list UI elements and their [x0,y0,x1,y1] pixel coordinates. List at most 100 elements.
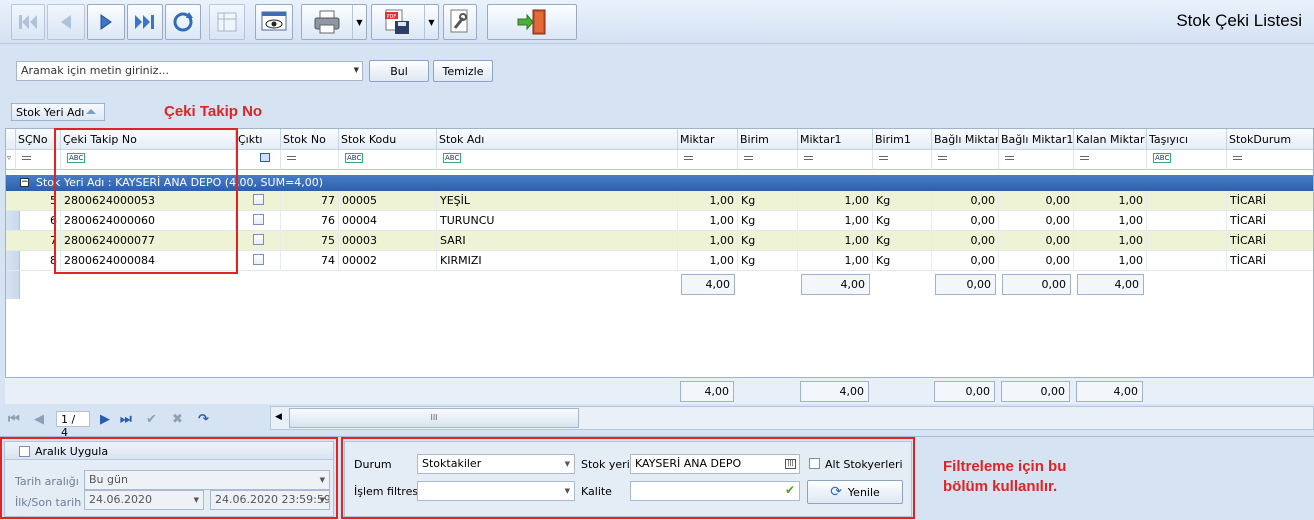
cell-miktar: 1,00 [678,231,738,251]
equals-filter-icon [684,156,693,160]
footer-sum-bagli1: 0,00 [1001,381,1070,402]
horizontal-scrollbar[interactable]: ◀ III [270,406,1314,430]
filter-cell-miktar1[interactable] [798,150,873,170]
first-record-button[interactable] [11,4,45,40]
last-record-button[interactable] [127,4,163,40]
column-header-miktar[interactable]: Miktar [678,129,738,150]
header-corner [6,129,16,150]
filter-cell-kod[interactable]: ABC [339,150,437,170]
filter-cell-kalan1[interactable] [1074,150,1147,170]
nav-next-icon[interactable]: ▶ [100,412,110,427]
pdf-save-button[interactable]: PDF ▼ [371,4,439,40]
cell-kod: 00005 [339,191,437,211]
column-header-durum[interactable]: StokDurum [1227,129,1313,150]
print-checkbox[interactable] [253,214,264,225]
filter-cell-bagli1[interactable] [999,150,1074,170]
column-header-miktar1[interactable]: Miktar1 [798,129,873,150]
cell-ad: YEŞİL [437,191,678,211]
column-header-kalan1[interactable]: Kalan Miktar1 [1074,129,1147,150]
text-filter-icon: ABC [345,153,364,163]
pdf-save-icon: PDF [385,9,409,34]
grid-settings-button[interactable] [209,4,245,40]
cell-cikti [236,191,281,211]
group-sum-miktar: 4,00 [681,274,735,295]
equals-filter-icon [744,156,753,160]
sort-ascending-icon [86,109,96,114]
nav-previous-icon[interactable]: ◀ [34,412,44,427]
column-header-kod[interactable]: Stok Kodu [339,129,437,150]
equals-filter-icon [1005,156,1014,160]
nav-cancel-icon[interactable]: ✖ [172,412,183,427]
text-filter-icon: ABC [443,153,462,163]
column-header-tasiyici[interactable]: Taşıyıcı [1147,129,1227,150]
scrollbar-thumb[interactable]: III [289,408,579,428]
find-button[interactable]: Bul [369,60,429,82]
filter-note-line2: bölüm kullanılır. [943,478,1058,495]
column-header-cikti[interactable]: Çıktı [236,129,281,150]
column-header-birim[interactable]: Birim [738,129,798,150]
filter-cell-birim1[interactable] [873,150,932,170]
nav-last-icon[interactable]: ⏭ [120,412,132,427]
filter-cell-miktar[interactable] [678,150,738,170]
print-checkbox[interactable] [253,234,264,245]
tools-button[interactable] [443,4,477,40]
pdf-dropdown-icon[interactable]: ▼ [424,5,438,39]
search-input[interactable]: Aramak için metin giriniz... ▼ [16,61,363,81]
svg-text:PDF: PDF [387,14,397,20]
column-header-birim1[interactable]: Birim1 [873,129,932,150]
nav-refresh-icon[interactable]: ↷ [198,412,209,427]
print-checkbox[interactable] [253,254,264,265]
cell-bagli1: 0,00 [999,211,1074,231]
filter-cell-tasiyici[interactable]: ABC [1147,150,1227,170]
filter-cell-bagli[interactable] [932,150,999,170]
cell-bagli1: 0,00 [999,231,1074,251]
scroll-left-icon[interactable]: ◀ [275,412,282,422]
cell-miktar1: 1,00 [798,231,873,251]
preview-button[interactable] [255,4,293,40]
toolbar: ▼ PDF ▼ Stok Çeki Listesi [0,0,1314,44]
cell-kalan1: 1,00 [1074,191,1147,211]
filter-cell-birim[interactable] [738,150,798,170]
group-sum-bagli1: 0,00 [1002,274,1071,295]
column-header-bagli1[interactable]: Bağlı Miktar1 [999,129,1074,150]
filter-cell-ad[interactable]: ABC [437,150,678,170]
column-header-ad[interactable]: Stok Adı [437,129,678,150]
checkbox-filter-icon [260,153,270,162]
clear-button[interactable]: Temizle [433,60,493,82]
cell-kod: 00003 [339,231,437,251]
last-record-icon [135,15,154,29]
cell-bagli: 0,00 [932,211,999,231]
printer-icon [314,10,340,34]
cell-bagli1: 0,00 [999,191,1074,211]
nav-confirm-icon[interactable]: ✔ [146,412,157,427]
filter-note-line1: Filtreleme için bu [943,458,1067,475]
cell-tasiyici [1147,231,1227,251]
exit-door-icon [517,9,546,35]
cell-birim: Kg [738,251,798,271]
footer-sum-miktar1: 4,00 [800,381,869,402]
print-dropdown-icon[interactable]: ▼ [352,5,366,39]
refresh-button[interactable] [165,4,201,40]
column-header-stokno[interactable]: Stok No [281,129,339,150]
equals-filter-icon [879,156,888,160]
exit-button[interactable] [487,4,577,40]
filter-icon[interactable]: ▿ [6,150,16,170]
cell-birim1: Kg [873,191,932,211]
equals-filter-icon [22,156,31,160]
cell-miktar: 1,00 [678,191,738,211]
filter-cell-cikti[interactable] [236,150,281,170]
collapse-group-icon[interactable]: − [20,178,29,187]
nav-first-icon[interactable]: ⏮ [8,412,20,427]
filter-cell-stokno[interactable] [281,150,339,170]
column-header-bagli[interactable]: Bağlı Miktar [932,129,999,150]
print-checkbox[interactable] [253,194,264,205]
next-record-button[interactable] [87,4,125,40]
group-by-chip[interactable]: Stok Yeri Adı [11,103,105,121]
cell-stokno: 77 [281,191,339,211]
filter-cell-durum[interactable] [1227,150,1313,170]
search-dropdown-icon[interactable]: ▼ [354,66,359,74]
first-record-icon [19,15,37,29]
print-button[interactable]: ▼ [301,4,367,40]
group-sum-bagli: 0,00 [935,274,996,295]
previous-record-button[interactable] [47,4,85,40]
